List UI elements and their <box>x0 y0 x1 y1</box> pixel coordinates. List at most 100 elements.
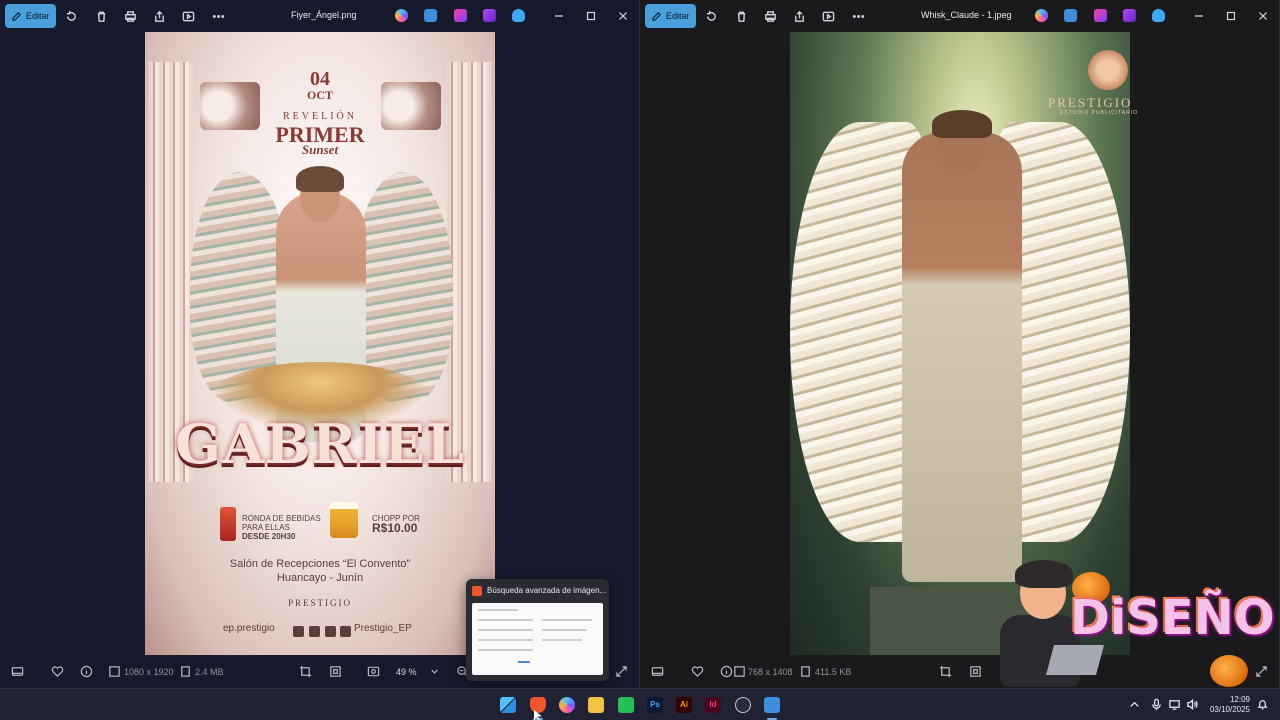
favorite-icon[interactable] <box>691 665 704 678</box>
rotate-icon[interactable] <box>703 8 719 24</box>
onedrive-icon[interactable] <box>1152 9 1165 22</box>
drinks-line-3: DESDE 20H30 <box>242 532 296 541</box>
print-icon[interactable] <box>122 8 138 24</box>
chevron-up-icon[interactable] <box>1128 698 1142 712</box>
location-text: Huancayo - Junín <box>276 572 364 584</box>
illustrator-icon[interactable]: Ai <box>676 697 692 713</box>
filmstrip-icon[interactable] <box>11 665 24 678</box>
fullscreen-icon[interactable] <box>1255 665 1268 678</box>
taskbar: Ps Ai Id 12:09 03/10/2025 <box>0 688 1280 720</box>
obs-icon[interactable] <box>735 697 751 713</box>
indesign-icon[interactable]: Id <box>705 697 721 713</box>
chopp-price: R$10.00 <box>372 521 418 535</box>
crop-icon[interactable] <box>939 665 952 678</box>
edit-label: Editar <box>666 11 690 21</box>
angel-photo <box>790 32 1130 655</box>
beer-image <box>330 502 358 538</box>
system-clock[interactable]: 12:09 03/10/2025 <box>1200 695 1250 715</box>
taskbar-preview-popup[interactable]: Búsqueda avanzada de imágen... <box>466 579 609 681</box>
tiktok-icon <box>325 626 336 637</box>
pumpkin-image <box>1210 655 1248 687</box>
filmstrip-icon[interactable] <box>651 665 664 678</box>
maximize-button[interactable] <box>584 9 598 23</box>
share-icon[interactable] <box>791 8 807 24</box>
microphone-icon[interactable] <box>1150 698 1164 712</box>
photos-app-icon[interactable] <box>764 697 780 713</box>
flyer-image: 04 OCT REVELIÓN PRIMER Sunset GABRIEL RO… <box>145 32 495 655</box>
print-icon[interactable] <box>762 8 778 24</box>
preview-title: Búsqueda avanzada de imágen... <box>487 586 607 595</box>
edit-button[interactable]: Editar <box>5 4 56 28</box>
delete-icon[interactable] <box>733 8 749 24</box>
drinks-line-1: RONDA DE BEBIDAS <box>242 514 321 523</box>
diseno-sticker-text: DiSEÑO <box>1070 590 1275 646</box>
select-icon[interactable] <box>969 665 982 678</box>
poster-name: GABRIEL <box>175 412 465 476</box>
cocktail-image <box>220 507 236 541</box>
toolbar: Editar Whisk_Claude - 1.jpeg <box>640 0 1279 32</box>
photoshop-icon[interactable]: Ps <box>647 697 663 713</box>
clock-date: 03/10/2025 <box>1209 705 1250 714</box>
cartoon-character-hair <box>1015 560 1073 588</box>
rotate-icon[interactable] <box>63 8 79 24</box>
angel-hair <box>296 166 344 192</box>
info-icon[interactable] <box>720 665 733 678</box>
more-icon[interactable] <box>210 8 226 24</box>
file-size: 411.5 KB <box>815 667 852 677</box>
poster-event-line1: REVELIÓN <box>283 111 357 122</box>
whatsapp-icon[interactable] <box>618 697 634 713</box>
window-title: Whisk_Claude - 1.jpeg <box>921 10 1012 20</box>
photos-edit-icon[interactable] <box>424 9 437 22</box>
more-icon[interactable] <box>850 8 866 24</box>
angel-hair <box>932 110 992 138</box>
edit-label: Editar <box>26 11 50 21</box>
slideshow-icon[interactable] <box>180 8 196 24</box>
preview-thumbnail[interactable] <box>472 603 603 675</box>
clipchamp-icon[interactable] <box>1123 9 1136 22</box>
facebook-icon <box>293 626 304 637</box>
file-size: 2.4 MB <box>195 667 224 677</box>
file-size-icon <box>799 665 812 678</box>
crop-icon[interactable] <box>299 665 312 678</box>
share-icon[interactable] <box>151 8 167 24</box>
chevron-down-icon[interactable] <box>428 665 441 678</box>
minimize-button[interactable] <box>1192 9 1206 23</box>
copilot-icon[interactable] <box>1035 9 1048 22</box>
zoom-level[interactable]: 49 % <box>396 667 417 677</box>
clipchamp-icon[interactable] <box>483 9 496 22</box>
photos-edit-icon[interactable] <box>1064 9 1077 22</box>
toolbar: Editar Fiyer_Ángel.png <box>0 0 639 32</box>
slideshow-icon[interactable] <box>820 8 836 24</box>
instagram-icon <box>309 626 320 637</box>
onedrive-icon[interactable] <box>512 9 525 22</box>
file-explorer-icon[interactable] <box>588 697 604 713</box>
select-icon[interactable] <box>329 665 342 678</box>
favorite-icon[interactable] <box>51 665 64 678</box>
network-icon[interactable] <box>1168 698 1182 712</box>
poster-brand: PRESTIGIO <box>287 598 352 608</box>
brave-browser-icon[interactable] <box>530 697 546 713</box>
edit-icon <box>652 11 661 21</box>
designer-icon[interactable] <box>1094 9 1107 22</box>
laptop-image <box>1045 645 1105 675</box>
edit-button[interactable]: Editar <box>645 4 696 28</box>
delete-icon[interactable] <box>93 8 109 24</box>
copilot-icon[interactable] <box>395 9 408 22</box>
notification-bell-icon[interactable] <box>1256 698 1270 712</box>
close-button[interactable] <box>616 9 630 23</box>
lion-logo-icon <box>1088 50 1128 90</box>
designer-icon[interactable] <box>454 9 467 22</box>
fullscreen-icon[interactable] <box>615 665 628 678</box>
dimensions-icon <box>108 665 121 678</box>
volume-icon[interactable] <box>1186 698 1200 712</box>
fit-screen-icon[interactable] <box>367 665 380 678</box>
brand-logo-text: PRESTIGIO <box>1048 95 1133 110</box>
minimize-button[interactable] <box>552 9 566 23</box>
info-icon[interactable] <box>80 665 93 678</box>
social-handle-left: ep.prestigio <box>223 623 275 634</box>
windows-start-icon[interactable] <box>500 697 516 713</box>
close-button[interactable] <box>1256 9 1270 23</box>
maximize-button[interactable] <box>1224 9 1238 23</box>
copilot-icon[interactable] <box>559 697 575 713</box>
dimensions-icon <box>733 665 746 678</box>
